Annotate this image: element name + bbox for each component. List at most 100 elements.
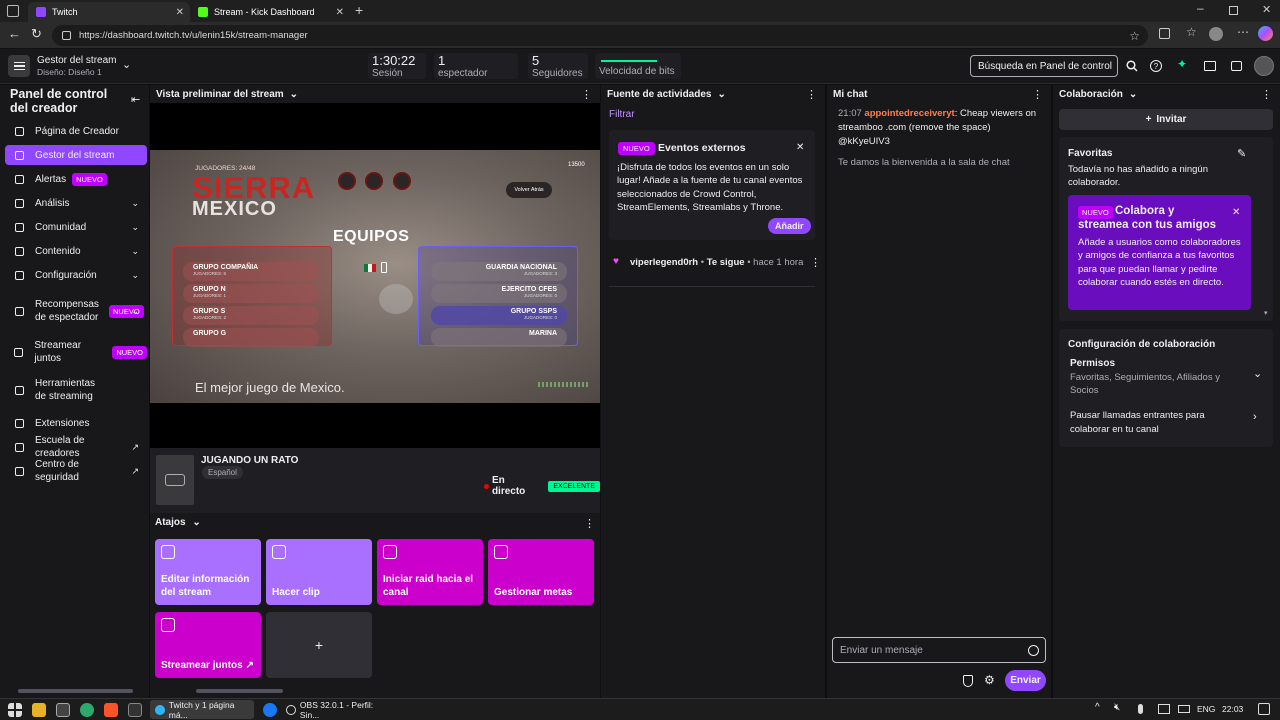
sidebar-item-comunidad[interactable]: Comunidad ⌄ [5,217,147,237]
chat-settings-icon[interactable]: ⚙ [984,673,995,687]
category-thumbnail[interactable] [156,455,194,505]
collapse-sidebar-icon[interactable]: ⇤ [131,93,140,106]
pause-calls-row[interactable]: Pausar llamadas entrantes para colaborar… [1070,409,1268,439]
shortcuts-header[interactable]: Atajos ⌄ [155,517,201,528]
close-tab-icon[interactable]: ✕ [336,7,344,18]
tray-chevron-icon[interactable]: ^ [1095,702,1100,713]
brave-icon[interactable] [104,703,118,717]
app-icon-dark[interactable] [128,703,142,717]
activity-header[interactable]: Fuente de actividades ⌄ [601,85,825,103]
back-icon[interactable]: ← [8,26,21,41]
taskbar-app-edge[interactable]: Twitch y 1 página má... [150,700,254,720]
close-window-icon[interactable]: ✕ [1262,3,1271,16]
filter-link[interactable]: Filtrar [609,109,635,120]
mail-icon[interactable] [56,703,70,717]
collab-header[interactable]: Colaboración ⌄ [1053,85,1280,103]
send-button[interactable]: Enviar [1005,670,1046,691]
add-shortcut-button[interactable]: + [266,612,372,678]
message-user[interactable]: appointedreceiveryt [864,108,954,119]
sidebar-scrollbar[interactable] [18,689,133,693]
inbox-icon[interactable] [1204,61,1216,71]
mod-shield-icon[interactable] [963,675,973,687]
browser-tab-kick[interactable]: Stream - Kick Dashboard ✕ [190,2,350,22]
shortcut-star[interactable]: Gestionar metas [488,539,594,605]
sidebar-item-extensiones[interactable]: Extensiones [5,413,147,433]
help-icon[interactable]: ? [1150,60,1162,72]
close-icon[interactable]: ✕ [1232,207,1240,218]
emote-picker-icon[interactable] [1028,644,1039,656]
preview-scrollbar[interactable] [196,689,283,693]
permissions-row[interactable]: Permisos Favoritas, Seguimientos, Afilia… [1070,358,1268,398]
sidebar-item-recompensas-de-espectador[interactable]: Recompensas de espectador NUEVO ⌄ [5,289,147,333]
user-avatar[interactable] [1254,56,1274,76]
refresh-icon[interactable]: ↻ [31,26,42,42]
more-options-icon[interactable]: ⋮ [1032,88,1043,101]
shortcut-pencil[interactable]: Editar información del stream [155,539,261,605]
video-player[interactable]: JUGADORES: 24/48 SIERRA MEXICO 13500 Vol… [150,103,600,448]
extensions-puzzle-icon[interactable] [1159,28,1170,39]
close-icon[interactable]: ✕ [796,142,804,153]
kick-favicon-icon [198,7,208,17]
windows-start-icon[interactable] [8,703,22,717]
sidebar-item-centro-de-seguridad[interactable]: Centro de seguridad ↗ [5,459,147,483]
more-options-icon[interactable]: ⋮ [581,88,592,101]
chat-input[interactable]: Enviar un mensaje [832,637,1046,663]
site-info-icon[interactable] [62,31,71,40]
close-tab-icon[interactable]: ✕ [176,7,184,18]
file-explorer-icon[interactable] [32,703,46,717]
notifications-icon[interactable] [1258,703,1270,715]
favorites-icon[interactable]: ☆ [1186,25,1197,39]
game-phone-icon [381,262,387,273]
shortcut-raid[interactable]: Iniciar raid hacia el canal [377,539,483,605]
more-options-icon[interactable]: ⋮ [584,517,595,530]
facebook-icon[interactable] [263,703,277,717]
game-coins: 13500 [568,162,585,168]
more-options-icon[interactable]: ⋮ [810,256,821,269]
dashboard-search-input[interactable]: Búsqueda en Panel de control [970,55,1118,77]
bookmark-star-icon[interactable]: ☆ [1129,29,1140,43]
language-indicator[interactable]: ENG [1197,704,1215,714]
favorites-scroll-indicator[interactable]: ▾ [1264,309,1268,317]
minimize-icon[interactable]: – [1197,1,1204,15]
more-options-icon[interactable]: ⋮ [806,88,817,101]
sidebar-item-escuela-de-creadores[interactable]: Escuela de creadores ↗ [5,435,147,459]
more-options-icon[interactable]: ⋮ [1261,88,1272,101]
more-browser-icon[interactable]: ⋯ [1237,25,1249,39]
sidebar-item-contenido[interactable]: Contenido ⌄ [5,241,147,261]
maximize-icon[interactable] [1229,6,1238,15]
new-tab-icon[interactable]: + [355,2,363,18]
hamburger-menu-icon[interactable] [8,55,30,77]
shortcut-clip[interactable]: Hacer clip [266,539,372,605]
taskbar-app-obs[interactable]: OBS 32.0.1 - Perfil: Sin... [282,700,394,720]
sidebar-item-análisis[interactable]: Análisis ⌄ [5,193,147,213]
add-button[interactable]: Añadir [768,218,811,234]
invite-button[interactable]: + Invitar [1059,109,1273,130]
sidebar-item-configuración[interactable]: Configuración ⌄ [5,265,147,285]
sidebar-item-alertas[interactable]: Alertas NUEVO [5,169,147,189]
app-icon-green[interactable] [80,703,94,717]
microphone-icon[interactable] [1138,704,1143,714]
event-user[interactable]: viperlegend0rh [630,257,698,268]
url-field[interactable]: https://dashboard.twitch.tv/u/lenin15k/s… [52,25,1148,46]
chevron-down-icon[interactable]: ⌄ [122,58,131,71]
speaker-mute-icon[interactable]: 🔇︎ [1114,702,1120,713]
edit-pencil-icon[interactable]: ✎ [1237,147,1246,160]
search-icon[interactable] [1121,55,1143,77]
sparkle-icon[interactable]: ✦ [1177,57,1187,71]
sidebar-item-herramientas-de-streaming[interactable]: Herramientas de streaming [5,375,147,405]
preview-header[interactable]: Vista preliminar del stream ⌄ [150,85,600,103]
browser-tab-twitch[interactable]: Twitch ✕ [28,2,190,22]
network-icon[interactable] [1158,704,1170,714]
sidebar-item-streamear-juntos[interactable]: Streamear juntos NUEVO [5,337,147,367]
clock[interactable]: 22:03 [1222,704,1243,714]
shortcut-add-user[interactable]: Streamear juntos ↗ [155,612,261,678]
profile-avatar[interactable] [1209,27,1223,41]
whispers-icon[interactable] [1231,61,1242,71]
layout-selector[interactable]: Gestor del stream Diseño: Diseño 1 [37,55,116,77]
sidebar-item-gestor-del-stream[interactable]: Gestor del stream [5,145,147,165]
language-tag[interactable]: Español [202,466,243,479]
browser-menu-icon[interactable] [7,5,19,17]
battery-icon[interactable] [1178,705,1190,713]
copilot-icon[interactable] [1258,26,1273,41]
sidebar-item-página-de-creador[interactable]: Página de Creador [5,121,147,141]
